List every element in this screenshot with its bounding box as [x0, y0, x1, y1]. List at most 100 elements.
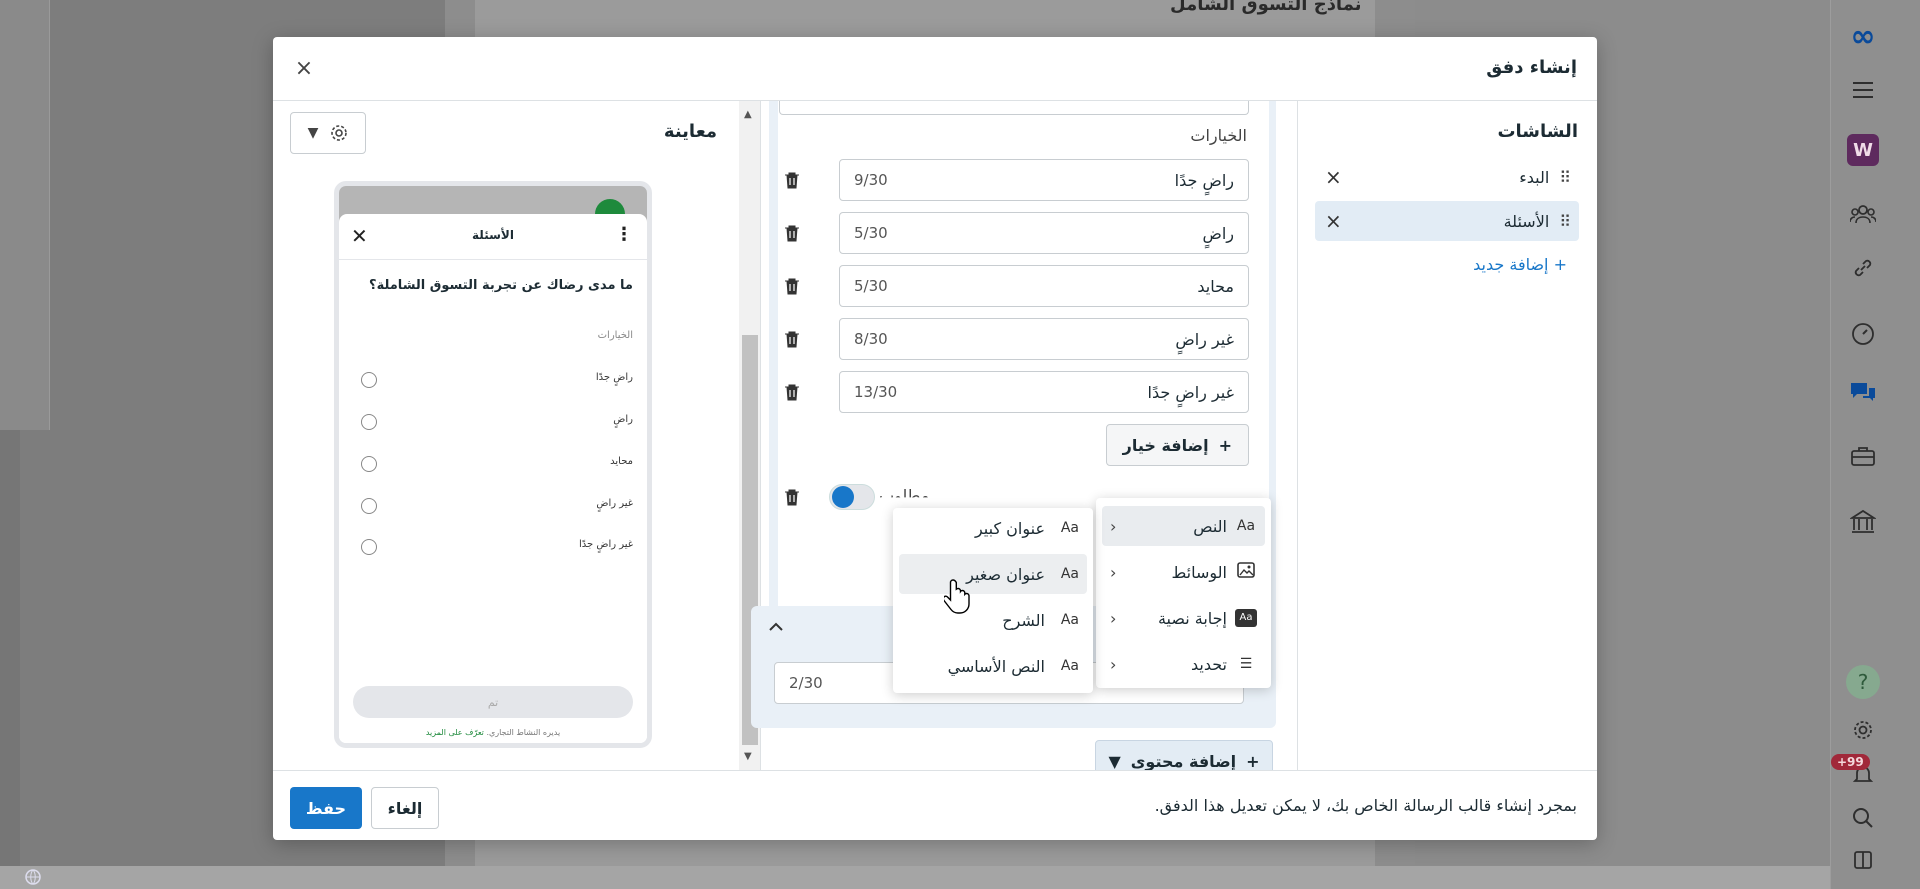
gauge-icon[interactable] — [1845, 316, 1881, 352]
phone-option: راضٍ جدًا — [361, 370, 633, 390]
chevron-left-icon: ‹ — [1110, 608, 1117, 628]
menu-item-label: تحديد — [1190, 654, 1227, 674]
char-count: 9/30 — [854, 171, 888, 189]
trash-icon[interactable] — [779, 273, 805, 299]
plus-icon: + — [1246, 751, 1260, 771]
create-flow-modal: إنشاء دفق × الشاشات ⠿ البدء × ⠿ الأسئلة … — [273, 37, 1597, 840]
workspace-avatar[interactable]: W — [1847, 134, 1879, 166]
preview-panel: معاينة ▼ ⋮ الأسئلة ✕ ما مدى رضاك عن تجرب… — [273, 101, 739, 770]
add-content-button[interactable]: + إضافة محتوى ▼ — [1095, 740, 1273, 770]
char-count: 8/30 — [854, 330, 888, 348]
add-option-button[interactable]: + إضافة خيار — [1105, 424, 1249, 466]
submenu-item-body-text[interactable]: Aa النص الأساسي — [899, 646, 1087, 686]
phone-option-label: راضٍ جدًا — [595, 372, 633, 383]
text-icon: Aa — [1236, 518, 1256, 534]
preview-settings-button[interactable]: ▼ — [290, 112, 366, 154]
option-value: راضٍ جدًا — [1174, 170, 1234, 190]
scroll-down-icon[interactable]: ▼ — [744, 751, 752, 762]
phone-preview: ⋮ الأسئلة ✕ ما مدى رضاك عن تجربة التسوق … — [334, 181, 652, 748]
option-row: راضٍ 5/30 — [779, 212, 1249, 254]
option-input[interactable]: راضٍ 5/30 — [839, 212, 1249, 254]
option-input[interactable]: راضٍ جدًا 9/30 — [839, 159, 1249, 201]
meta-logo-icon[interactable]: ∞ — [1845, 18, 1881, 54]
menu-item-text-answer[interactable]: Aa إجابة نصية ‹ — [1102, 598, 1265, 638]
option-input[interactable]: غير راضٍ جدًا 13/30 — [839, 371, 1249, 413]
phone-done-button: تم — [353, 686, 633, 718]
bank-icon[interactable] — [1845, 504, 1881, 540]
phone-option: غير راضٍ جدًا — [361, 537, 633, 557]
radio-icon — [361, 456, 377, 472]
option-value: محايد — [1197, 276, 1234, 296]
briefcase-icon[interactable] — [1845, 438, 1881, 474]
screen-item-label: الأسئلة — [1503, 211, 1550, 231]
close-icon: ✕ — [351, 224, 368, 248]
trash-icon[interactable] — [779, 379, 805, 405]
remove-screen-icon[interactable]: × — [1325, 165, 1342, 189]
char-count: 13/30 — [854, 383, 898, 401]
menu-item-label: الوسائط — [1171, 562, 1227, 582]
drag-handle-icon[interactable]: ⠿ — [1559, 212, 1571, 231]
chevron-left-icon: ‹ — [1110, 654, 1117, 674]
trash-icon[interactable] — [779, 220, 805, 246]
menu-icon[interactable] — [1845, 72, 1881, 108]
option-input[interactable]: غير راضٍ 8/30 — [839, 318, 1249, 360]
add-option-label: إضافة خيار — [1122, 435, 1209, 455]
remove-screen-icon[interactable]: × — [1325, 209, 1342, 233]
link-icon[interactable] — [1845, 250, 1881, 286]
screens-panel: الشاشات ⠿ البدء × ⠿ الأسئلة × + إضافة جد… — [1297, 101, 1597, 770]
chevron-up-icon[interactable] — [769, 620, 783, 636]
selection-icon: ☰ — [1239, 656, 1253, 672]
settings-icon[interactable] — [1845, 712, 1881, 748]
scroll-up-icon[interactable]: ▲ — [744, 109, 752, 120]
phone-option: راضٍ — [361, 412, 633, 432]
menu-item-media[interactable]: الوسائط ‹ — [1102, 552, 1265, 592]
help-icon[interactable]: ? — [1846, 665, 1880, 699]
phone-header-title: الأسئلة — [472, 228, 514, 242]
screen-item-questions[interactable]: ⠿ الأسئلة × — [1315, 201, 1579, 241]
modal-title: إنشاء دفق — [1486, 57, 1577, 78]
radio-icon — [361, 414, 377, 430]
toggle-knob — [832, 486, 854, 508]
globe-icon[interactable] — [18, 866, 48, 888]
save-button[interactable]: حفظ — [290, 787, 362, 829]
submenu-item-caption[interactable]: Aa الشرح — [899, 600, 1087, 640]
close-icon[interactable]: × — [289, 53, 319, 83]
submenu-item-small-heading[interactable]: Aa عنوان صغير — [899, 554, 1087, 594]
people-icon[interactable] — [1845, 196, 1881, 232]
text-icon: Aa — [1060, 566, 1079, 582]
drag-handle-icon[interactable]: ⠿ — [1559, 168, 1571, 187]
label-input[interactable] — [779, 101, 1249, 115]
required-toggle[interactable] — [829, 484, 875, 510]
screen-item-start[interactable]: ⠿ البدء × — [1315, 157, 1579, 197]
panel-toggle-icon[interactable] — [1845, 842, 1881, 878]
cancel-button[interactable]: إلغاء — [371, 787, 439, 829]
modal-header: إنشاء دفق × — [273, 37, 1597, 101]
phone-footer: يديره النشاط التجاري. تعرّف على المزيد — [339, 728, 647, 737]
option-value: راضٍ — [1202, 223, 1234, 243]
modal-footer: بمجرد إنشاء قالب الرسالة الخاص بك، لا يم… — [273, 770, 1597, 840]
add-new-screen-link[interactable]: + إضافة جديد — [1473, 255, 1567, 274]
option-input[interactable]: محايد 5/30 — [839, 265, 1249, 307]
menu-item-selection[interactable]: ☰ تحديد ‹ — [1102, 644, 1265, 684]
submenu-item-label: الشرح — [1002, 610, 1045, 630]
option-row: غير راضٍ 8/30 — [779, 318, 1249, 360]
phone-option: محايد — [361, 454, 633, 474]
phone-flow-sheet: ⋮ الأسئلة ✕ ما مدى رضاك عن تجربة التسوق … — [339, 214, 647, 743]
option-row: محايد 5/30 — [779, 265, 1249, 307]
trash-icon[interactable] — [779, 484, 805, 510]
caret-down-icon: ▼ — [307, 125, 319, 141]
chat-icon[interactable] — [1845, 374, 1881, 410]
radio-icon — [361, 498, 377, 514]
background-page-title: نماذج التسوق الشامل — [1170, 0, 1362, 15]
menu-item-text[interactable]: Aa النص ‹ — [1102, 506, 1265, 546]
trash-icon[interactable] — [779, 326, 805, 352]
search-icon[interactable] — [1845, 800, 1881, 836]
trash-icon[interactable] — [779, 167, 805, 193]
radio-icon — [361, 539, 377, 555]
submenu-item-large-heading[interactable]: Aa عنوان كبير — [899, 508, 1087, 548]
phone-option-label: محايد — [610, 456, 633, 467]
phone-header: ⋮ الأسئلة ✕ — [339, 214, 647, 260]
footer-note: بمجرد إنشاء قالب الرسالة الخاص بك، لا يم… — [1154, 796, 1577, 815]
phone-footer-text: يديره النشاط التجاري. — [486, 728, 561, 737]
screens-heading: الشاشات — [1497, 121, 1578, 142]
